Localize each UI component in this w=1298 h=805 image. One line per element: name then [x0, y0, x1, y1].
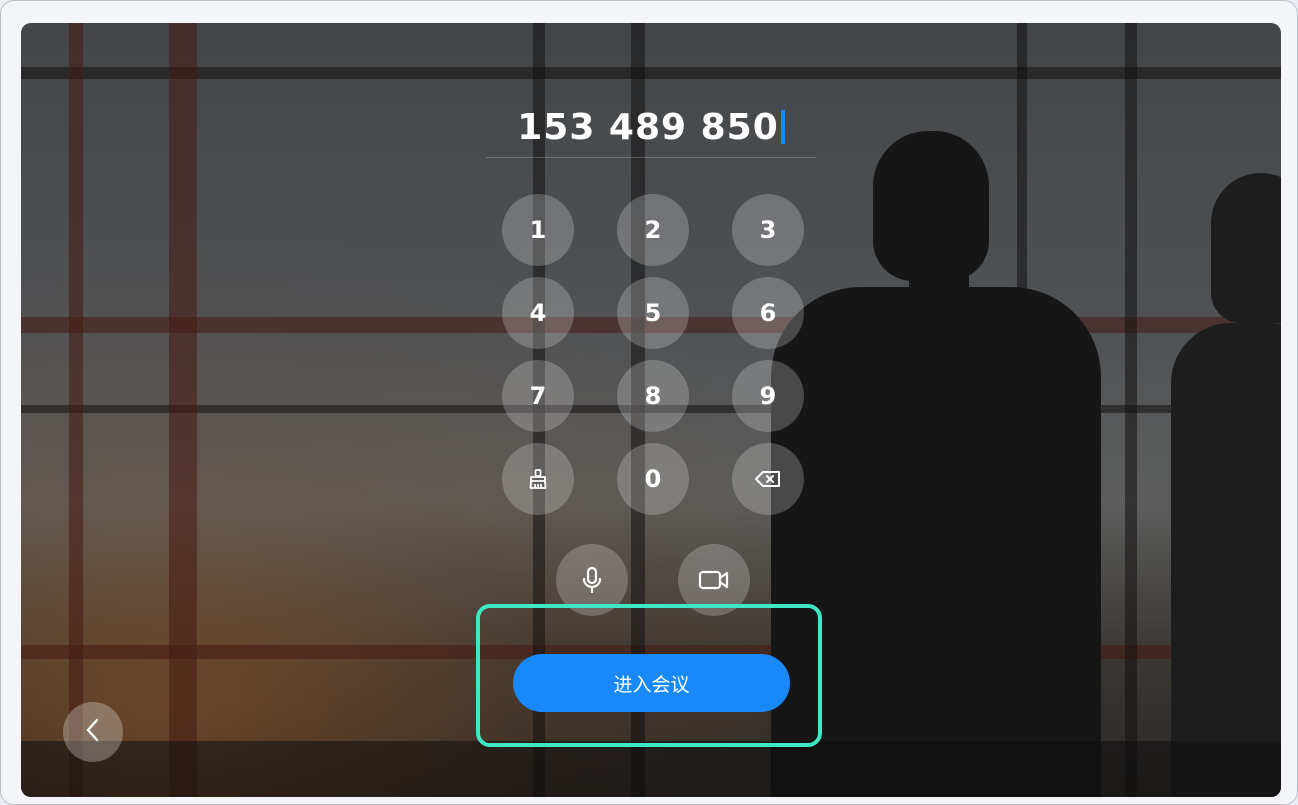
- text-caret: [780, 110, 785, 144]
- key-9[interactable]: 9: [732, 360, 804, 432]
- key-3[interactable]: 3: [732, 194, 804, 266]
- app-frame: 153 489 850 1 2 3 4 5 6 7 8 9 0 进入会议: [0, 0, 1298, 805]
- meeting-number-text: 153 489 850: [517, 107, 779, 148]
- key-0[interactable]: 0: [617, 443, 689, 515]
- key-8[interactable]: 8: [617, 360, 689, 432]
- delete-button[interactable]: [732, 443, 804, 515]
- key-6[interactable]: 6: [732, 277, 804, 349]
- meeting-join-screen: 153 489 850 1 2 3 4 5 6 7 8 9 0 进入会议: [21, 23, 1281, 797]
- key-4[interactable]: 4: [502, 277, 574, 349]
- chevron-left-icon: [85, 717, 101, 747]
- meeting-number-field[interactable]: 153 489 850: [486, 105, 816, 158]
- key-7[interactable]: 7: [502, 360, 574, 432]
- key-5[interactable]: 5: [617, 277, 689, 349]
- broom-icon: [527, 468, 549, 490]
- key-1[interactable]: 1: [502, 194, 574, 266]
- clear-button[interactable]: [502, 443, 574, 515]
- join-meeting-button[interactable]: 进入会议: [513, 654, 790, 712]
- back-button[interactable]: [63, 702, 123, 762]
- video-camera-icon: [698, 569, 730, 591]
- microphone-icon: [581, 566, 603, 594]
- backspace-icon: [754, 469, 782, 489]
- key-2[interactable]: 2: [617, 194, 689, 266]
